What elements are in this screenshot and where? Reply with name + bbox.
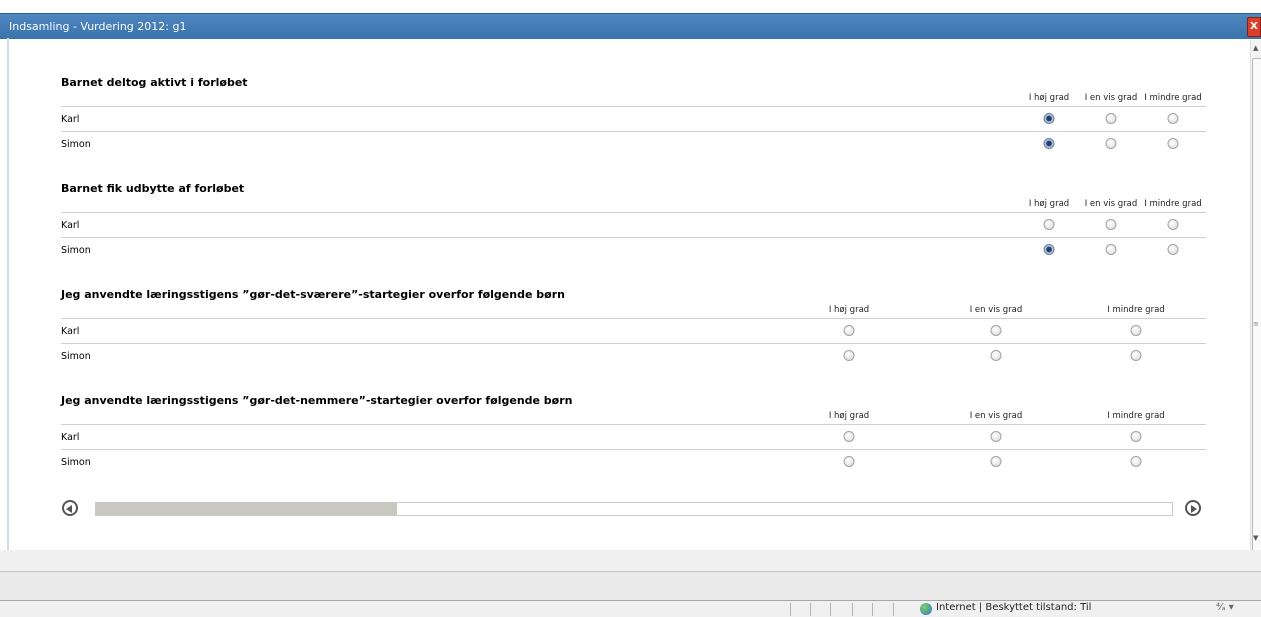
next-page-button[interactable] — [1185, 500, 1201, 516]
table-row: Karl — [61, 318, 1206, 344]
status-separator — [810, 603, 811, 616]
status-separator — [872, 603, 873, 616]
zoom-icon[interactable]: ⁴⁄ₐ ▾ — [1216, 602, 1234, 613]
table-row: Karl — [61, 424, 1206, 450]
rating-radio[interactable] — [1130, 456, 1142, 467]
window-frame-left — [7, 38, 9, 550]
scrollbar-grip-icon: ≡ — [1253, 320, 1259, 328]
status-separator — [790, 603, 791, 616]
rating-radio[interactable] — [843, 350, 855, 361]
rating-radio[interactable] — [1105, 138, 1117, 149]
child-name: Simon — [61, 139, 91, 150]
rating-radio[interactable] — [1130, 350, 1142, 361]
column-header: I høj grad — [828, 411, 870, 421]
column-header: I en vis grad — [969, 411, 1023, 421]
status-separator — [893, 603, 894, 616]
window-titlebar: Indsamling - Vurdering 2012: g1 X — [0, 13, 1261, 39]
rating-radio[interactable] — [1167, 113, 1179, 124]
globe-icon — [920, 603, 932, 615]
rating-radio[interactable] — [990, 350, 1002, 361]
column-header: I en vis grad — [1084, 199, 1138, 209]
rating-radio[interactable] — [1043, 244, 1055, 255]
scroll-up-icon[interactable]: ▲ — [1253, 44, 1258, 52]
rating-radio[interactable] — [1043, 113, 1055, 124]
table-row: Simon — [61, 449, 1206, 475]
child-name: Simon — [61, 351, 91, 362]
rating-radio[interactable] — [1105, 113, 1117, 124]
question-title: Jeg anvendte læringsstigens ”gør-det-nem… — [61, 394, 573, 407]
rating-radio[interactable] — [843, 325, 855, 336]
question-title: Jeg anvendte læringsstigens ”gør-det-svæ… — [61, 288, 565, 301]
column-header: I mindre grad — [1107, 411, 1165, 421]
table-row: Simon — [61, 343, 1206, 369]
column-header: I en vis grad — [969, 305, 1023, 315]
security-zone-text[interactable]: Internet | Beskyttet tilstand: Til — [936, 602, 1091, 613]
progress-bar — [95, 502, 1173, 516]
close-button[interactable]: X — [1247, 17, 1261, 37]
child-name: Simon — [61, 245, 91, 256]
status-bar: Internet | Beskyttet tilstand: Til ⁴⁄ₐ ▾ — [0, 600, 1261, 617]
rating-radio[interactable] — [1105, 244, 1117, 255]
child-name: Karl — [61, 326, 80, 337]
column-header: I høj grad — [1028, 93, 1070, 103]
rating-radio[interactable] — [1130, 325, 1142, 336]
table-row: Simon — [61, 237, 1206, 263]
rating-radio[interactable] — [843, 431, 855, 442]
table-row: Simon — [61, 131, 1206, 157]
question-title: Barnet deltog aktivt i forløbet — [61, 76, 248, 89]
progress-fill — [96, 503, 398, 515]
child-name: Karl — [61, 432, 80, 443]
question-title: Barnet fik udbytte af forløbet — [61, 182, 245, 195]
column-header: I mindre grad — [1144, 199, 1202, 209]
rating-radio[interactable] — [1105, 219, 1117, 230]
rating-radio[interactable] — [990, 456, 1002, 467]
status-separator — [830, 603, 831, 616]
toolbar-band — [0, 571, 1261, 601]
column-header: I mindre grad — [1107, 305, 1165, 315]
rating-radio[interactable] — [1043, 219, 1055, 230]
column-header: I mindre grad — [1144, 93, 1202, 103]
child-name: Karl — [61, 220, 80, 231]
previous-page-button[interactable] — [62, 500, 78, 516]
arrow-right-icon — [1191, 505, 1197, 513]
table-row: Karl — [61, 106, 1206, 132]
window-title: Indsamling - Vurdering 2012: g1 — [9, 20, 187, 33]
table-row: Karl — [61, 212, 1206, 238]
child-name: Simon — [61, 457, 91, 468]
rating-radio[interactable] — [1167, 244, 1179, 255]
rating-radio[interactable] — [1130, 431, 1142, 442]
rating-radio[interactable] — [1167, 138, 1179, 149]
column-header: I høj grad — [828, 305, 870, 315]
rating-radio[interactable] — [843, 456, 855, 467]
scrollbar-thumb[interactable] — [1252, 58, 1261, 555]
rating-radio[interactable] — [990, 325, 1002, 336]
rating-radio[interactable] — [1167, 219, 1179, 230]
vertical-scrollbar[interactable]: ▲ ≡ ▼ — [1250, 40, 1261, 555]
status-separator — [852, 603, 853, 616]
arrow-left-icon — [66, 505, 72, 513]
column-header: I høj grad — [1028, 199, 1070, 209]
column-header: I en vis grad — [1084, 93, 1138, 103]
child-name: Karl — [61, 114, 80, 125]
rating-radio[interactable] — [1043, 138, 1055, 149]
scroll-down-icon[interactable]: ▼ — [1253, 534, 1258, 542]
rating-radio[interactable] — [990, 431, 1002, 442]
